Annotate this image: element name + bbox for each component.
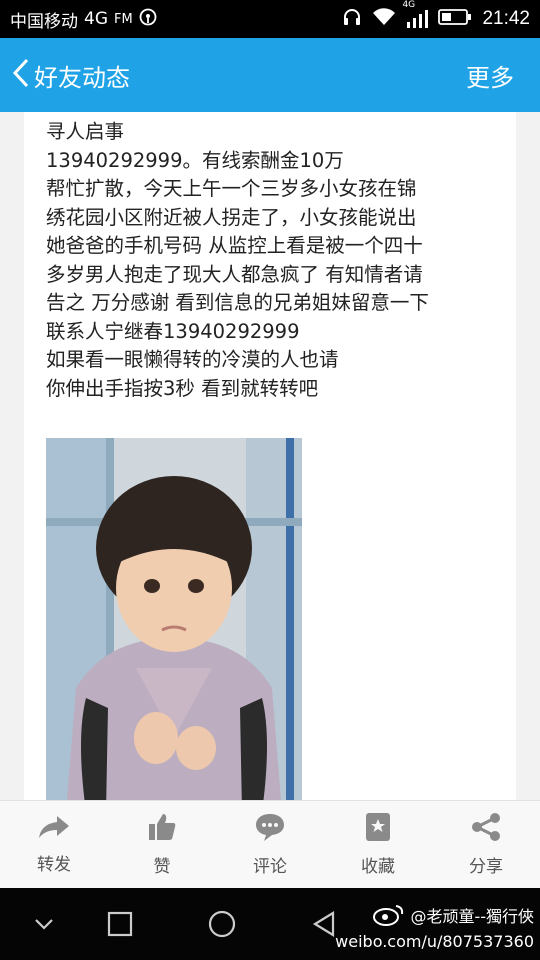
- post-line: 她爸爸的手机号码 从监控上看是被一个四十: [46, 234, 423, 257]
- carrier-name: 中国移动: [10, 11, 78, 32]
- data-label: 4G: [402, 0, 416, 10]
- post-line: 多岁男人抱走了现大人都急疯了 有知情者请: [46, 262, 423, 286]
- thumbs-up-icon: [147, 812, 177, 846]
- share-nodes-icon: [471, 812, 501, 846]
- like-button[interactable]: 赞: [108, 801, 216, 888]
- post-card: 寻人启事 13940292999。有线索酬金10万 帮忙扩散，今天上午一个三岁多…: [24, 112, 516, 800]
- comment-label: 评论: [253, 857, 287, 877]
- chevron-left-icon: [12, 58, 30, 92]
- hotspot-icon: [139, 8, 157, 31]
- favorite-label: 收藏: [361, 857, 395, 877]
- post-text: 寻人启事 13940292999。有线索酬金10万 帮忙扩散，今天上午一个三岁多…: [46, 118, 506, 403]
- post-line: 13940292999。有线索酬金10万: [46, 148, 344, 172]
- collapse-icon[interactable]: [24, 904, 64, 944]
- comment-icon: [254, 812, 286, 846]
- share-arrow-icon: [37, 814, 71, 844]
- feed-content[interactable]: 寻人启事 13940292999。有线索酬金10万 帮忙扩散，今天上午一个三岁多…: [0, 112, 540, 800]
- post-line: 寻人启事: [46, 120, 125, 143]
- weibo-logo-icon: [372, 902, 406, 931]
- app-header: 好友动态 更多: [0, 38, 540, 112]
- signal-icon: 4G: [402, 0, 429, 28]
- battery-icon: [438, 8, 472, 31]
- system-nav-bar: @老顽童--獨行俠 weibo.com/u/807537360: [0, 888, 540, 960]
- fm-indicator: FM: [114, 11, 133, 27]
- post-line: 如果看一眼懒得转的冷漠的人也请: [46, 348, 339, 371]
- repost-label: 转发: [37, 855, 71, 875]
- watermark-url: weibo.com/u/807537360: [335, 932, 534, 951]
- post-line: 联系人宁继春13940292999: [46, 319, 300, 343]
- back-button[interactable]: 好友动态: [0, 58, 130, 93]
- child-photo[interactable]: [46, 438, 302, 800]
- share-label: 分享: [469, 857, 503, 877]
- bookmark-icon: [365, 812, 391, 846]
- headphone-icon: [342, 8, 362, 31]
- comment-button[interactable]: 评论: [216, 801, 324, 888]
- favorite-button[interactable]: 收藏: [324, 801, 432, 888]
- share-button[interactable]: 分享: [432, 801, 540, 888]
- post-line: 告之 万分感谢 看到信息的兄弟姐妹留意一下: [46, 291, 429, 314]
- page-title: 好友动态: [34, 63, 130, 92]
- like-label: 赞: [153, 857, 171, 877]
- clock: 21:42: [482, 8, 530, 29]
- watermark-name: @老顽童--獨行俠: [410, 907, 534, 926]
- recent-apps-icon[interactable]: [100, 904, 140, 944]
- post-line: 帮忙扩散，今天上午一个三岁多小女孩在锦: [46, 177, 417, 200]
- carrier-info: 中国移动 4G FM: [10, 7, 157, 32]
- status-icons: 4G 21:42: [342, 0, 530, 31]
- home-icon[interactable]: [202, 904, 242, 944]
- status-bar: 中国移动 4G FM 4G 21:42: [0, 0, 540, 38]
- post-line: 你伸出手指按3秒 看到就转转吧: [46, 376, 319, 400]
- post-line: 绣花园小区附近被人拐走了，小女孩能说出: [46, 205, 417, 229]
- more-button[interactable]: 更多: [466, 58, 514, 93]
- weibo-watermark: @老顽童--獨行俠 weibo.com/u/807537360: [335, 902, 534, 952]
- wifi-icon: [372, 7, 396, 31]
- action-bar: 转发 赞 评论 收藏 分享: [0, 800, 540, 888]
- repost-button[interactable]: 转发: [0, 801, 108, 888]
- network-type: 4G: [84, 9, 108, 29]
